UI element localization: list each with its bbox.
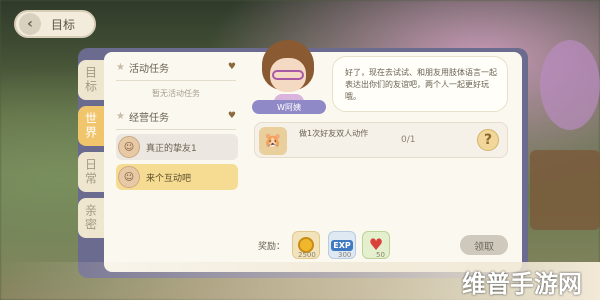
tab-intimacy-label: 亲密 [83, 204, 98, 232]
section-header-business[interactable]: ★ 经营任务 ♥ [110, 105, 242, 127]
list-item-label: 真正的挚友1 [146, 143, 197, 154]
exp-icon: EXP [331, 239, 353, 251]
npc-glasses-icon [272, 70, 304, 80]
task-description: 做1次好友双人动作 [299, 129, 369, 138]
reward-label: 奖励： [258, 242, 286, 252]
tab-intimacy[interactable]: 亲密 [78, 198, 104, 238]
background-house [530, 150, 600, 230]
tab-daily[interactable]: 日常 [78, 152, 104, 192]
list-item-label: 来个互动吧 [146, 173, 192, 184]
divider [116, 80, 236, 81]
collapse-heart-icon: ♥ [227, 62, 236, 72]
task-progress: 0/1 [401, 135, 416, 145]
tab-goal[interactable]: 目标 [78, 60, 104, 100]
section-title-business: 经营任务 [128, 112, 169, 124]
back-button-label: 目标 [51, 17, 76, 32]
task-list: ★ 活动任务 ♥ 暂无活动任务 ★ 经营任务 ♥ ☺ 真正的挚友1 ☺ 来个互动… [110, 56, 242, 266]
tab-world-label: 世界 [83, 112, 98, 140]
reward-exp-count: 300 [338, 251, 352, 259]
star-icon: ★ [116, 61, 125, 73]
section-header-activity[interactable]: ★ 活动任务 ♥ [110, 56, 242, 78]
claim-button[interactable]: 领取 [460, 235, 508, 255]
back-arrow-icon: ‹ [19, 13, 41, 35]
star-icon: ★ [116, 110, 125, 122]
npc-dialog-bubble: 好了，现在去试试、和朋友用肢体语言一起表达出你们的友谊吧，两个人一起更好玩哦。 [332, 56, 508, 112]
task-card: 🐹 做1次好友双人动作 0/1 ? [254, 122, 508, 158]
tab-daily-label: 日常 [83, 158, 98, 186]
girl-avatar-icon: ☺ [118, 166, 140, 188]
reward-heart-count: 50 [376, 251, 385, 259]
watermark-text: 维普手游网 [462, 270, 582, 298]
reward-gold-count: 2500 [298, 251, 316, 259]
back-button[interactable]: ‹ 目标 [14, 10, 96, 38]
list-item-interact[interactable]: ☺ 来个互动吧 [116, 164, 238, 190]
collapse-heart-icon: ♥ [227, 111, 236, 121]
tab-world[interactable]: 世界 [78, 106, 104, 146]
npc-name-tag: W阿姨 [252, 100, 326, 114]
list-item-true-friend[interactable]: ☺ 真正的挚友1 [116, 134, 238, 160]
empty-activity-note: 暂无活动任务 [152, 89, 200, 98]
divider [116, 129, 236, 130]
witch-avatar-icon: ☺ [118, 136, 140, 158]
hamster-icon: 🐹 [259, 127, 287, 155]
section-title-activity: 活动任务 [128, 63, 169, 75]
help-button[interactable]: ? [477, 129, 499, 151]
background-tree [540, 40, 600, 130]
tab-bar: 目标 世界 日常 亲密 [78, 60, 106, 244]
tab-goal-label: 目标 [83, 66, 98, 94]
